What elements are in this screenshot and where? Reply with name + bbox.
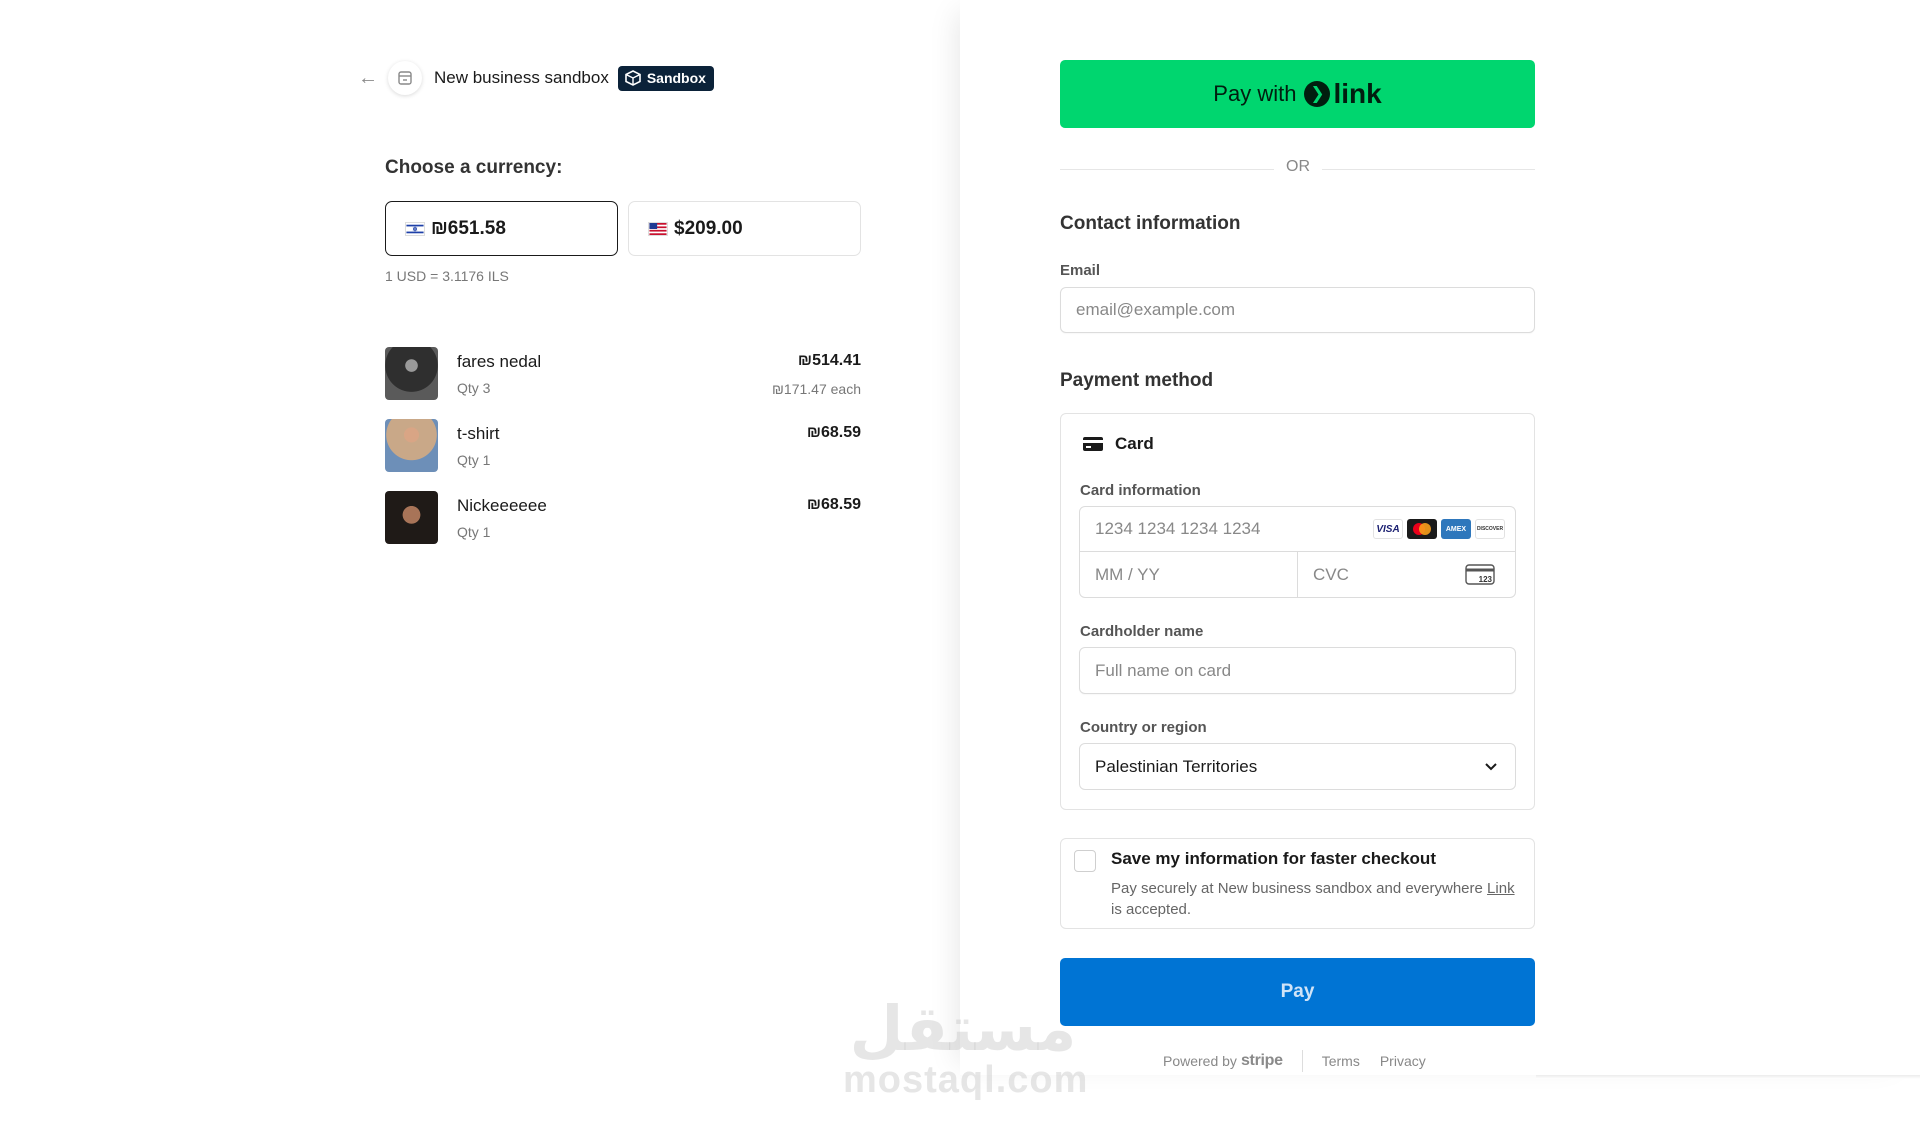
item-price: ₪68.59 [806,496,861,513]
privacy-link[interactable]: Privacy [1380,1053,1426,1069]
mastercard-icon [1407,519,1437,539]
item-qty: Qty 1 [457,452,491,468]
cardholder-name-field[interactable]: Full name on card [1079,647,1516,694]
currency-amount: ₪651.58 [431,217,506,239]
watermark: مستقل mostaql.com [843,992,1089,1101]
currency-option-ils[interactable]: ₪651.58 [385,201,618,256]
expiry-input[interactable]: MM / YY [1080,552,1298,597]
link-button-label: Pay with [1213,81,1297,106]
item-name: t-shirt [457,424,500,443]
save-info-checkbox[interactable] [1074,850,1096,872]
save-info-box: Save my information for faster checkout … [1060,838,1535,929]
credit-card-icon [1083,437,1103,451]
visa-icon: VISA [1373,519,1403,539]
cardholder-label: Cardholder name [1080,623,1204,640]
link-info-link[interactable]: Link [1487,880,1515,897]
cvc-placeholder: CVC [1313,564,1349,584]
footer: Powered by stripe Terms Privacy [1163,1050,1446,1072]
product-thumbnail [385,347,438,400]
item-name: fares nedal [457,352,542,371]
item-name: Nickeeeeee [457,496,547,515]
watermark-latin: mostaql.com [843,1059,1089,1101]
line-items: fares nedal Qty 3 ₪514.41 ₪171.47 each t… [385,347,861,563]
product-thumbnail [385,419,438,472]
save-info-title: Save my information for faster checkout [1111,849,1436,868]
stripe-logo[interactable]: stripe [1241,1052,1283,1070]
item-qty: Qty 1 [457,524,491,540]
footer-divider [1301,1050,1303,1072]
link-logo: ❯ link [1304,78,1382,110]
back-arrow-icon[interactable]: ← [356,66,380,90]
card-brands: VISA AMEX DISCOVER [1373,519,1505,539]
save-info-description: Pay securely at New business sandbox and… [1111,878,1521,920]
card-number-input[interactable]: 1234 1234 1234 1234 VISA AMEX DISCOVER [1080,507,1515,552]
currency-option-usd[interactable]: $209.00 [628,201,861,256]
expiry-placeholder: MM / YY [1095,564,1160,584]
exchange-rate: 1 USD = 3.1176 ILS [385,268,509,284]
terms-link[interactable]: Terms [1322,1053,1360,1069]
cardholder-placeholder: Full name on card [1095,660,1232,680]
country-label: Country or region [1080,719,1207,736]
box-icon [625,70,641,86]
link-arrow-icon: ❯ [1304,81,1331,107]
save-desc-text: is accepted. [1111,901,1192,918]
country-value: Palestinian Territories [1095,756,1258,776]
email-placeholder: email@example.com [1076,300,1235,319]
pay-with-link-button[interactable]: Pay with ❯ link [1060,60,1535,128]
card-method-header[interactable]: Card [1083,434,1154,454]
discover-icon: DISCOVER [1475,519,1505,539]
contact-title: Contact information [1060,213,1241,234]
list-item: Nickeeeeee Qty 1 ₪68.59 [385,491,861,563]
card-info-group: 1234 1234 1234 1234 VISA AMEX DISCOVER M… [1079,506,1516,598]
merchant-header: ← New business sandbox Sandbox [356,59,714,97]
order-summary-panel: ← New business sandbox Sandbox Choose a … [0,0,960,1135]
israel-flag-icon [405,221,425,236]
cvc-input[interactable]: CVC 123 [1298,552,1515,597]
card-label: Card [1115,434,1154,453]
powered-by-label: Powered by [1163,1053,1237,1069]
panel-shadow [1536,1075,1920,1079]
svg-text:123: 123 [1479,575,1493,584]
email-field[interactable]: email@example.com [1060,287,1535,333]
watermark-arabic: مستقل [849,992,1077,1065]
item-price: ₪514.41 [797,352,861,369]
list-item: fares nedal Qty 3 ₪514.41 ₪171.47 each [385,347,861,419]
business-name: New business sandbox [434,68,609,87]
or-divider-label: OR [1274,158,1322,176]
country-select[interactable]: Palestinian Territories [1079,743,1516,790]
card-info-label: Card information [1080,482,1201,499]
store-icon [388,61,422,95]
sandbox-badge: Sandbox [617,65,714,91]
chevron-down-icon [1485,763,1497,771]
list-item: t-shirt Qty 1 ₪68.59 [385,419,861,491]
email-label: Email [1060,262,1101,279]
item-price: ₪68.59 [806,424,861,441]
item-unit-price: ₪171.47 each [772,381,861,397]
checkout-page: ← New business sandbox Sandbox Choose a … [0,0,1920,1135]
cvc-card-icon: 123 [1465,564,1495,585]
amex-icon: AMEX [1441,519,1471,539]
card-number-placeholder: 1234 1234 1234 1234 [1095,519,1261,538]
product-thumbnail [385,491,438,544]
payment-method-title: Payment method [1060,370,1214,391]
sandbox-badge-label: Sandbox [646,70,706,86]
link-logo-text: link [1333,78,1382,109]
currency-amount: $209.00 [674,217,743,239]
us-flag-icon [648,221,668,236]
pay-button[interactable]: Pay [1060,958,1535,1026]
currency-label: Choose a currency: [385,157,563,178]
item-qty: Qty 3 [457,380,491,396]
save-desc-text: Pay securely at New business sandbox and… [1111,880,1488,897]
